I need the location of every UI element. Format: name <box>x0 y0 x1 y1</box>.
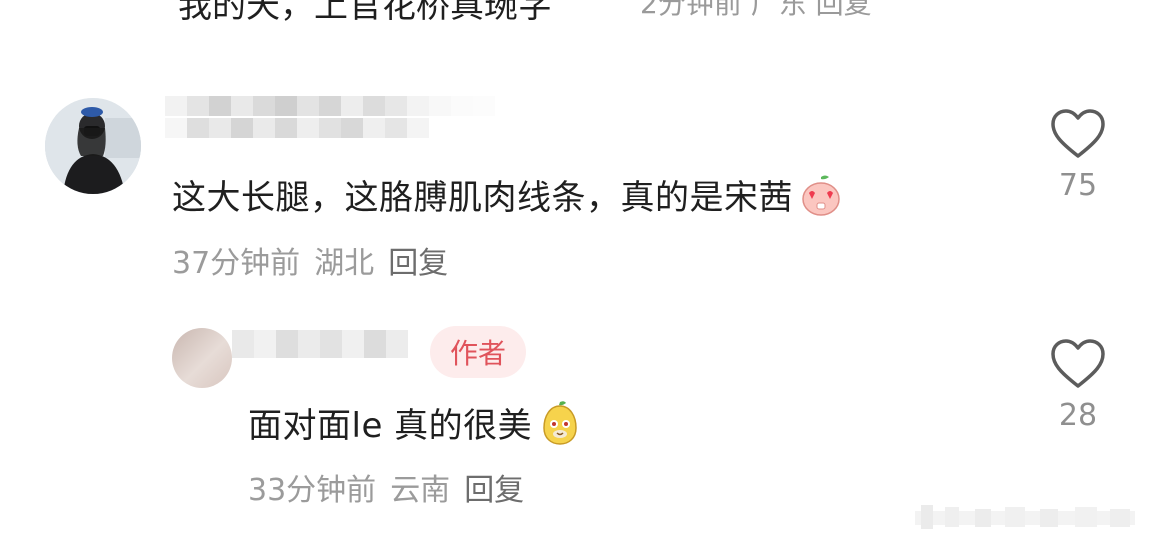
author-badge: 作者 <box>430 326 527 378</box>
heart-icon[interactable] <box>1050 338 1106 390</box>
commenter-username-mosaic-row <box>165 118 429 138</box>
reply-text: 面对面le 真的很美 <box>248 398 582 455</box>
yellow-pear-emoji <box>538 400 582 455</box>
author-username[interactable] <box>232 330 408 358</box>
heart-eyes-peach-emoji <box>799 173 843 226</box>
author-avatar[interactable] <box>172 328 232 388</box>
reply-time: 33分钟前 <box>248 473 377 508</box>
reply-like-button[interactable]: 28 <box>1038 338 1118 433</box>
comment-location: 湖北 <box>314 246 375 281</box>
comment-text: 这大长腿，这胳膊肌肉线条，真的是宋茜 <box>172 170 843 226</box>
reply-meta: 33分钟前 云南 回复 <box>248 465 524 509</box>
reply-button[interactable]: 回复 <box>388 238 448 282</box>
heart-icon[interactable] <box>1050 108 1106 160</box>
reply-like-count: 28 <box>1058 398 1098 433</box>
previous-comment-text: 我的天，上官花桥真琬字 <box>178 0 552 26</box>
like-count: 75 <box>1058 168 1098 203</box>
commenter-avatar[interactable] <box>45 98 141 194</box>
reply-location: 云南 <box>390 473 451 508</box>
watermark <box>885 497 1145 537</box>
comment-body: 这大长腿，这胳膊肌肉线条，真的是宋茜 <box>172 178 793 218</box>
comment-time: 37分钟前 <box>172 246 301 281</box>
commenter-username[interactable] <box>165 96 495 116</box>
comment-meta: 37分钟前 湖北 回复 <box>172 238 448 282</box>
like-button[interactable]: 75 <box>1038 108 1118 203</box>
previous-comment-meta: 2分钟前 广东 回复 <box>640 0 872 20</box>
reply-reply-button[interactable]: 回复 <box>464 465 524 509</box>
reply-body: 面对面le 真的很美 <box>248 406 533 446</box>
